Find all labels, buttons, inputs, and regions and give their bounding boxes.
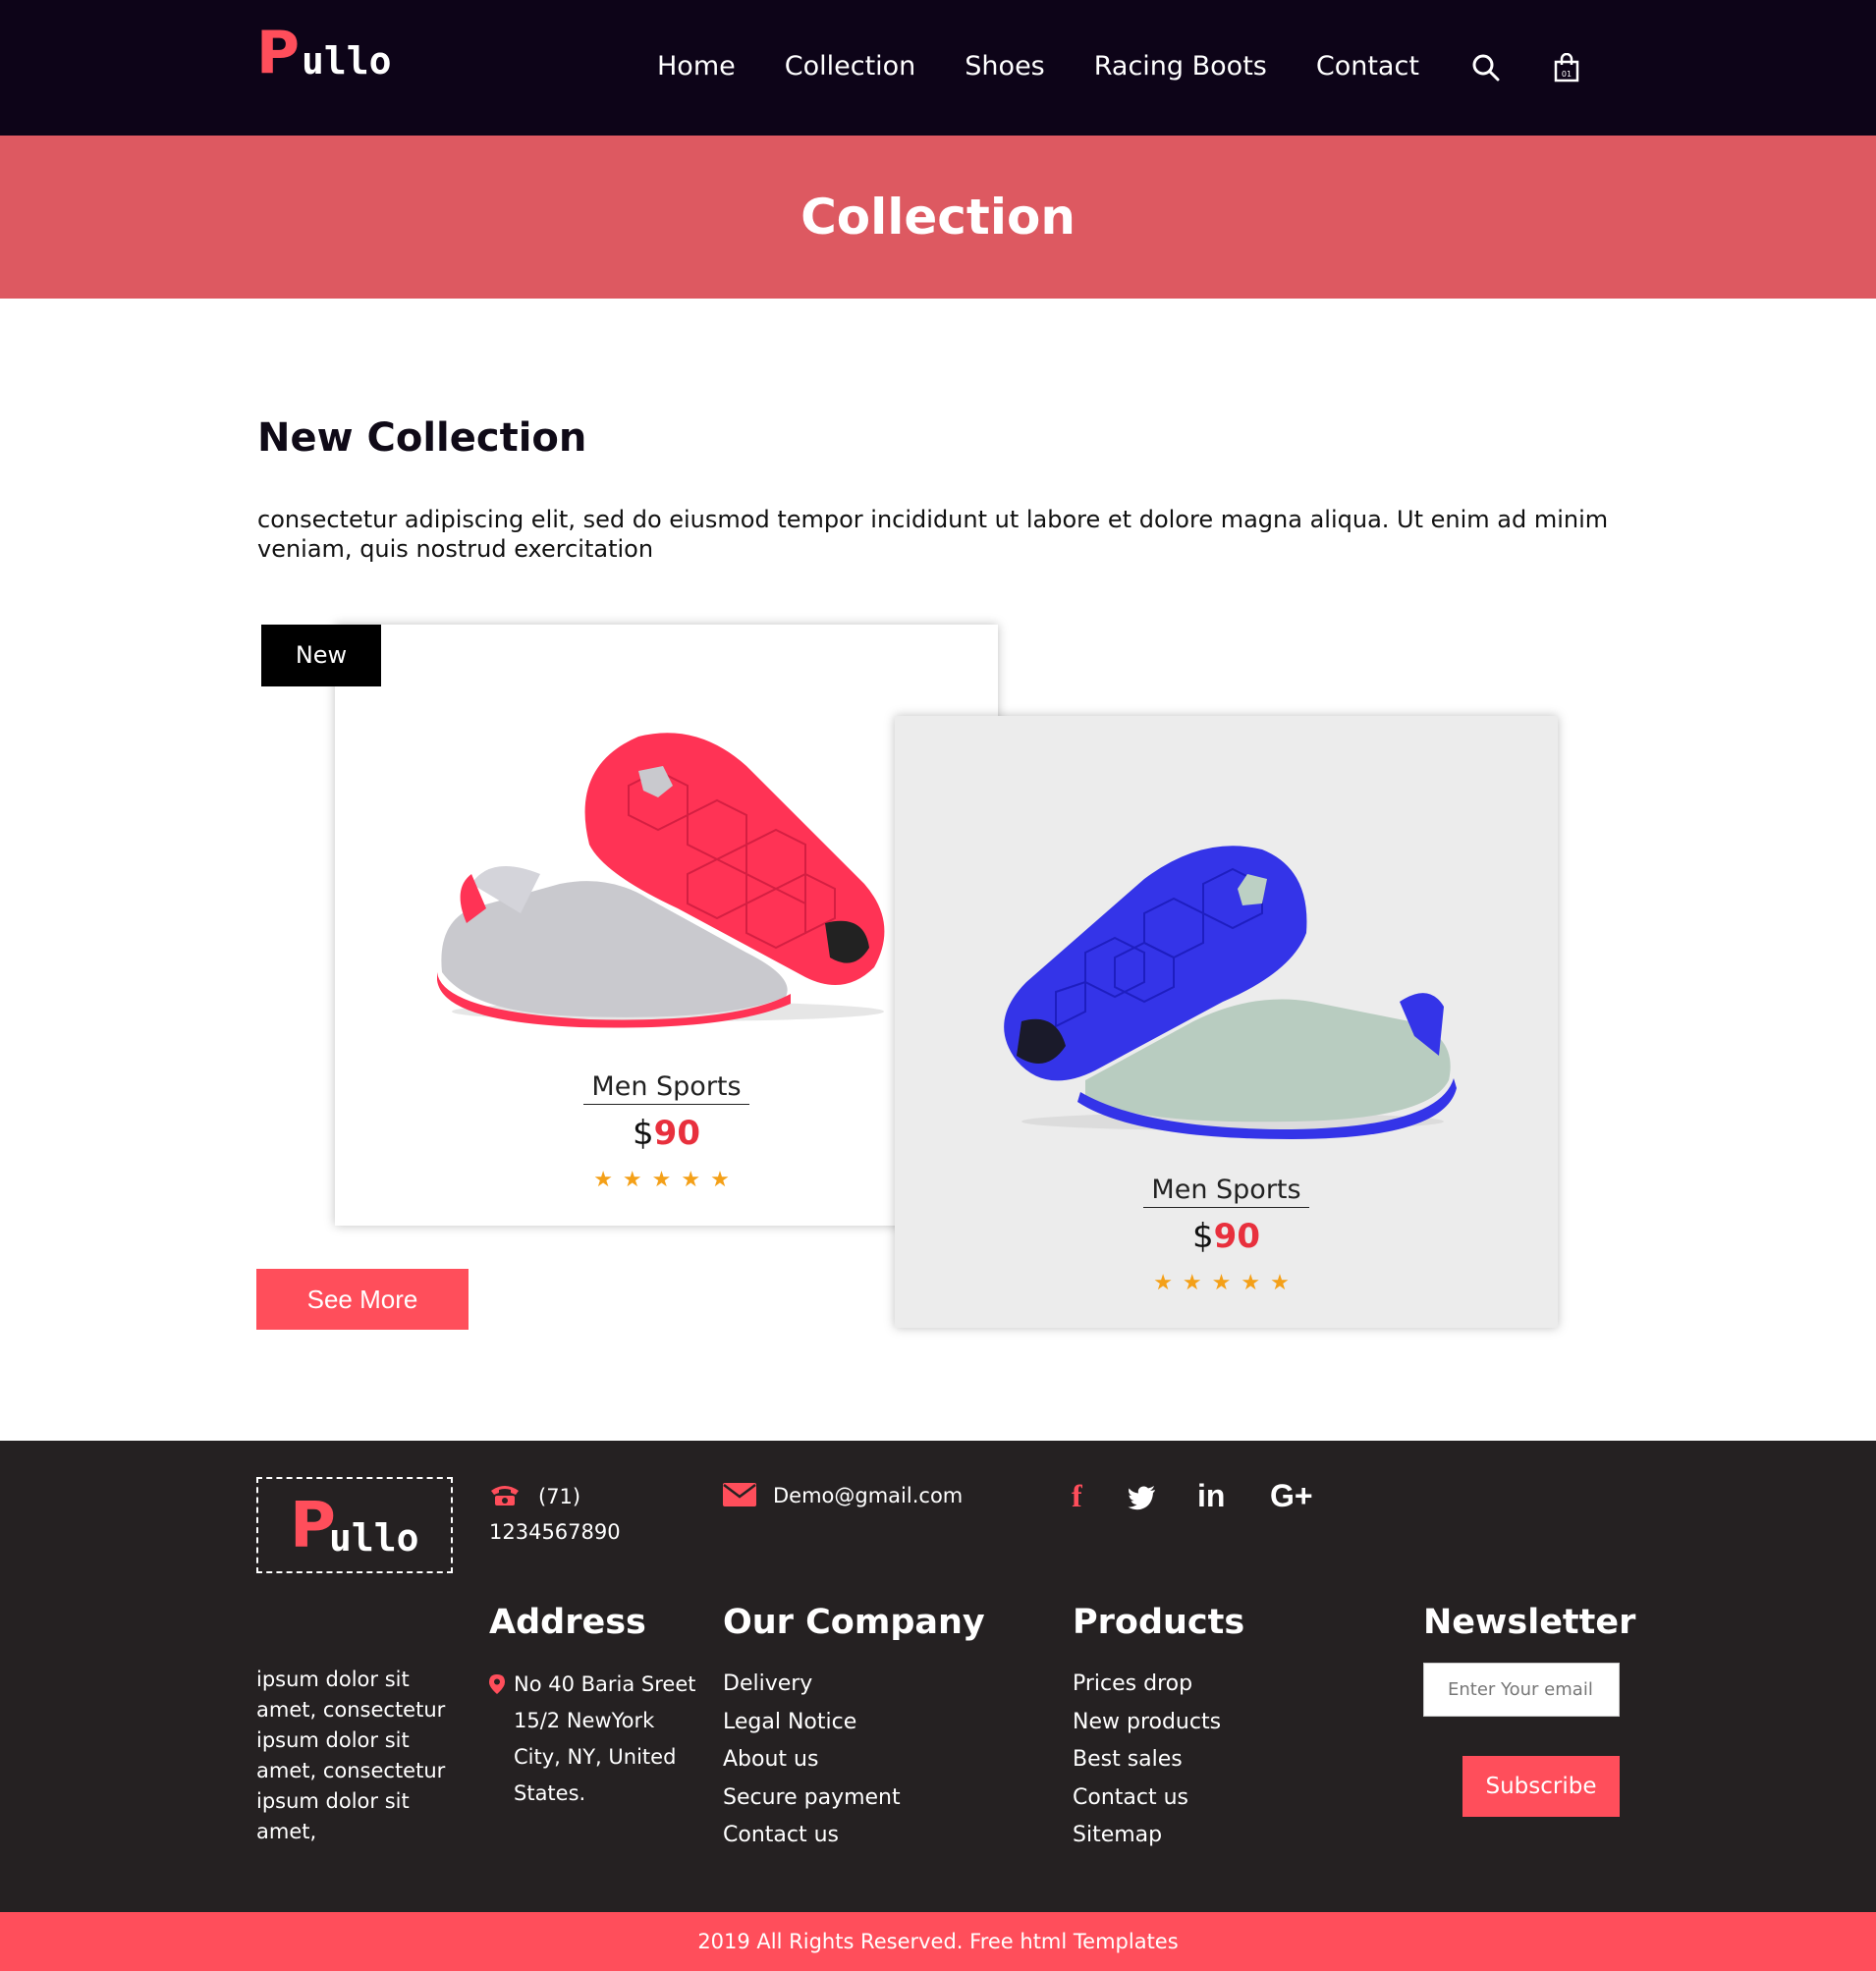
- footer-link-legal-notice[interactable]: Legal Notice: [723, 1704, 901, 1742]
- currency-symbol: $: [1192, 1217, 1214, 1256]
- nav-contact[interactable]: Contact: [1316, 47, 1419, 86]
- footer-logo-text: ullo: [329, 1516, 419, 1560]
- footer-link-prices-drop[interactable]: Prices drop: [1073, 1666, 1221, 1704]
- nav-home[interactable]: Home: [657, 47, 736, 86]
- mail-icon: [723, 1483, 756, 1506]
- company-links: Delivery Legal Notice About us Secure pa…: [723, 1666, 901, 1855]
- product-name-2[interactable]: Men Sports: [895, 1174, 1558, 1208]
- page-title: Collection: [800, 189, 1076, 246]
- facebook-icon[interactable]: f: [1072, 1475, 1082, 1516]
- location-pin-icon: [489, 1674, 505, 1694]
- company-title: Our Company: [723, 1603, 985, 1642]
- products-links: Prices drop New products Best sales Cont…: [1073, 1666, 1221, 1855]
- price-amount: 90: [1213, 1217, 1260, 1256]
- logo-text: ullo: [301, 39, 392, 82]
- cart-count: 01: [1562, 70, 1572, 79]
- see-more-button[interactable]: See More: [256, 1269, 469, 1330]
- nav-collection[interactable]: Collection: [785, 47, 916, 86]
- footer-email[interactable]: Demo@gmail.com: [773, 1481, 963, 1510]
- rating-stars-2: ★★★★★: [1153, 1271, 1299, 1295]
- footer-link-contact-us[interactable]: Contact us: [723, 1817, 901, 1855]
- site-header: P ullo Home Collection Shoes Racing Boot…: [0, 0, 1876, 136]
- newsletter-email-input[interactable]: [1423, 1663, 1620, 1717]
- subscribe-button[interactable]: Subscribe: [1462, 1756, 1620, 1817]
- section-description: consectetur adipiscing elit, sed do eius…: [257, 506, 1609, 563]
- product-price-2: $90: [895, 1217, 1558, 1256]
- price-amount: 90: [653, 1114, 700, 1153]
- site-logo[interactable]: P ullo: [256, 24, 392, 82]
- footer-link-secure-payment[interactable]: Secure payment: [723, 1779, 901, 1818]
- footer-link-about-us[interactable]: About us: [723, 1741, 901, 1779]
- product-image-2[interactable]: [997, 835, 1459, 1139]
- product-price-1: $90: [335, 1114, 998, 1153]
- new-badge: New: [261, 625, 381, 686]
- products-title: Products: [1073, 1603, 1245, 1642]
- page-hero: Collection: [0, 136, 1876, 299]
- footer-phone[interactable]: (71) 1234567890: [489, 1479, 621, 1550]
- section-title: New Collection: [257, 415, 587, 461]
- nav-shoes[interactable]: Shoes: [965, 47, 1044, 86]
- twitter-icon[interactable]: [1128, 1475, 1157, 1516]
- shopping-bag-icon[interactable]: 01: [1552, 53, 1581, 82]
- newsletter-title: Newsletter: [1423, 1603, 1636, 1642]
- product-image-1[interactable]: [432, 727, 904, 1031]
- footer-link-new-products[interactable]: New products: [1073, 1704, 1221, 1742]
- footer-logo[interactable]: P ullo: [256, 1477, 453, 1573]
- googleplus-icon[interactable]: G+: [1270, 1475, 1313, 1516]
- nav-racing-boots[interactable]: Racing Boots: [1094, 47, 1267, 86]
- main-nav: Home Collection Shoes Racing Boots Conta…: [657, 47, 1419, 86]
- footer-address: No 40 Baria Sreet 15/2 NewYork City, NY,…: [514, 1672, 696, 1805]
- logo-letter: P: [256, 19, 300, 87]
- search-icon[interactable]: [1471, 53, 1501, 82]
- footer-about-text: ipsum dolor sit amet, consectetur ipsum …: [256, 1668, 446, 1843]
- address-title: Address: [489, 1603, 646, 1642]
- footer-link-contact-us-2[interactable]: Contact us: [1073, 1779, 1221, 1818]
- product-name-1[interactable]: Men Sports: [335, 1070, 998, 1105]
- linkedin-icon[interactable]: in: [1197, 1475, 1225, 1516]
- currency-symbol: $: [633, 1114, 654, 1153]
- footer-link-best-sales[interactable]: Best sales: [1073, 1741, 1221, 1779]
- footer-link-delivery[interactable]: Delivery: [723, 1666, 901, 1704]
- copyright-bar: 2019 All Rights Reserved. Free html Temp…: [0, 1912, 1876, 1971]
- footer-link-sitemap[interactable]: Sitemap: [1073, 1817, 1221, 1855]
